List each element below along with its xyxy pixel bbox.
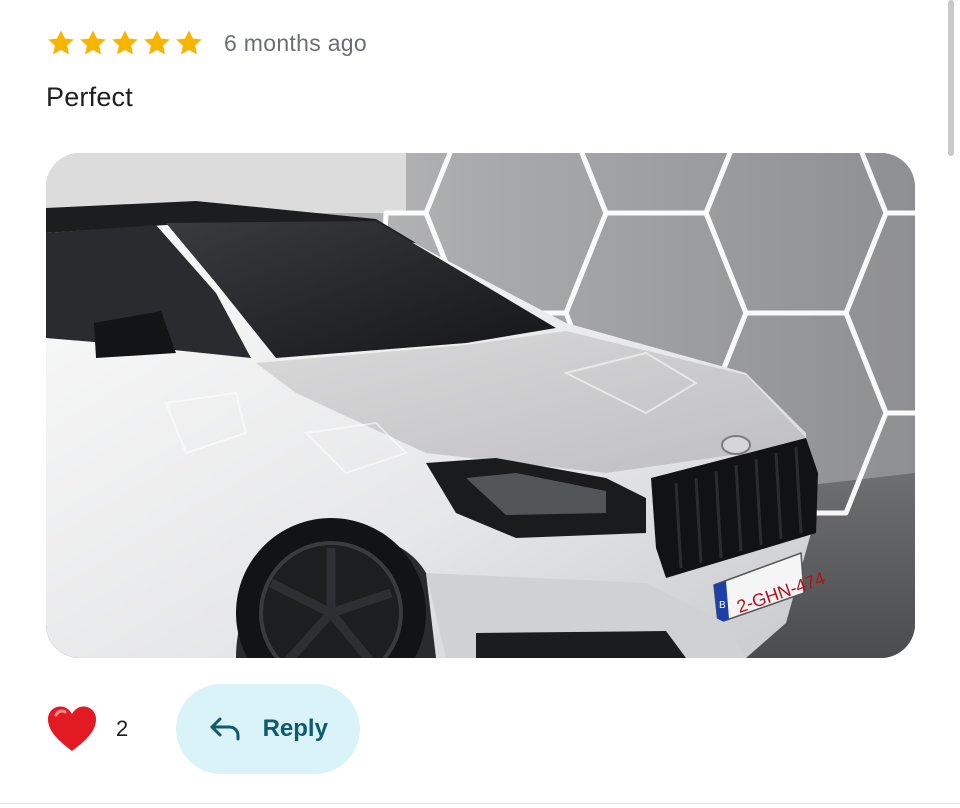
review-actions: 2 Reply bbox=[46, 684, 361, 774]
star-rating bbox=[46, 28, 204, 58]
review-photo[interactable]: B 2-GHN-474 bbox=[46, 153, 915, 658]
review-text: Perfect bbox=[46, 82, 133, 112]
star-icon bbox=[176, 30, 202, 55]
star-icon bbox=[80, 30, 106, 55]
scrollbar[interactable] bbox=[948, 0, 954, 156]
reply-label: Reply bbox=[262, 715, 328, 742]
heart-icon bbox=[48, 706, 96, 751]
divider bbox=[0, 803, 960, 804]
plate-country: B bbox=[719, 600, 726, 611]
like-count: 2 bbox=[116, 716, 129, 741]
car-photo-image: B 2-GHN-474 bbox=[46, 153, 915, 658]
star-icon bbox=[144, 30, 170, 55]
rating-row: 6 months ago bbox=[46, 26, 367, 60]
star-icon bbox=[112, 30, 138, 55]
review-timestamp: 6 months ago bbox=[224, 29, 367, 56]
reply-arrow-icon bbox=[210, 717, 240, 741]
like-button[interactable]: 2 bbox=[46, 705, 128, 753]
star-icon bbox=[48, 30, 74, 55]
reply-button[interactable]: Reply bbox=[176, 684, 361, 774]
review-card: 6 months ago Perfect B 2-GHN-474 2 Reply bbox=[0, 0, 960, 808]
